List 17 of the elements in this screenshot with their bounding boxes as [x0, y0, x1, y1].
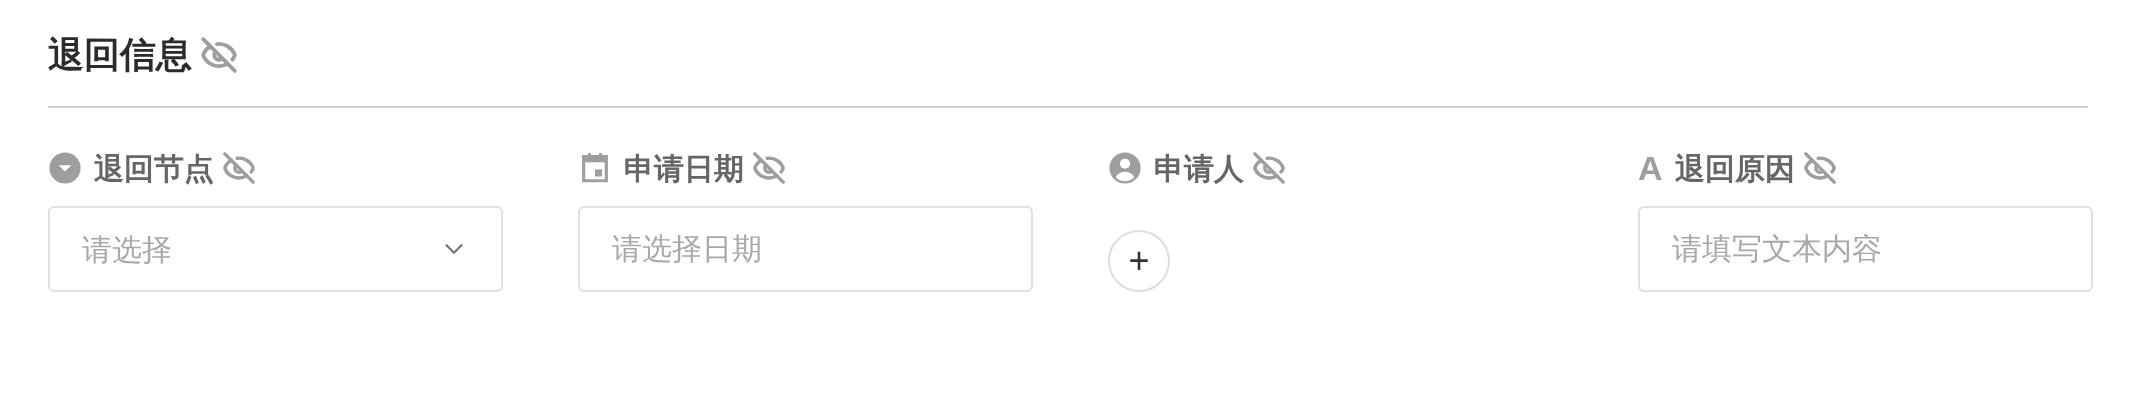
- field-label: 申请人: [1154, 150, 1244, 187]
- section-title: 退回信息: [48, 33, 192, 77]
- field-label: 退回原因: [1674, 150, 1795, 187]
- eye-off-icon[interactable]: [222, 151, 256, 185]
- eye-off-icon[interactable]: [200, 36, 238, 74]
- field-label: 申请日期: [624, 150, 744, 187]
- text-field[interactable]: 请填写文本内容: [1638, 206, 2093, 292]
- eye-off-icon[interactable]: [1802, 151, 1837, 185]
- user-circle-icon: [1108, 151, 1142, 185]
- eye-off-icon[interactable]: [1252, 151, 1286, 185]
- dropdown-circle-icon: [48, 151, 82, 185]
- text-type-icon: A: [1638, 151, 1663, 185]
- date-field[interactable]: 请选择日期: [578, 206, 1033, 292]
- select-placeholder: 请选择: [82, 231, 172, 268]
- eye-off-icon[interactable]: [752, 151, 786, 185]
- field-label: 退回节点: [94, 150, 214, 187]
- add-person-button[interactable]: +: [1108, 230, 1170, 292]
